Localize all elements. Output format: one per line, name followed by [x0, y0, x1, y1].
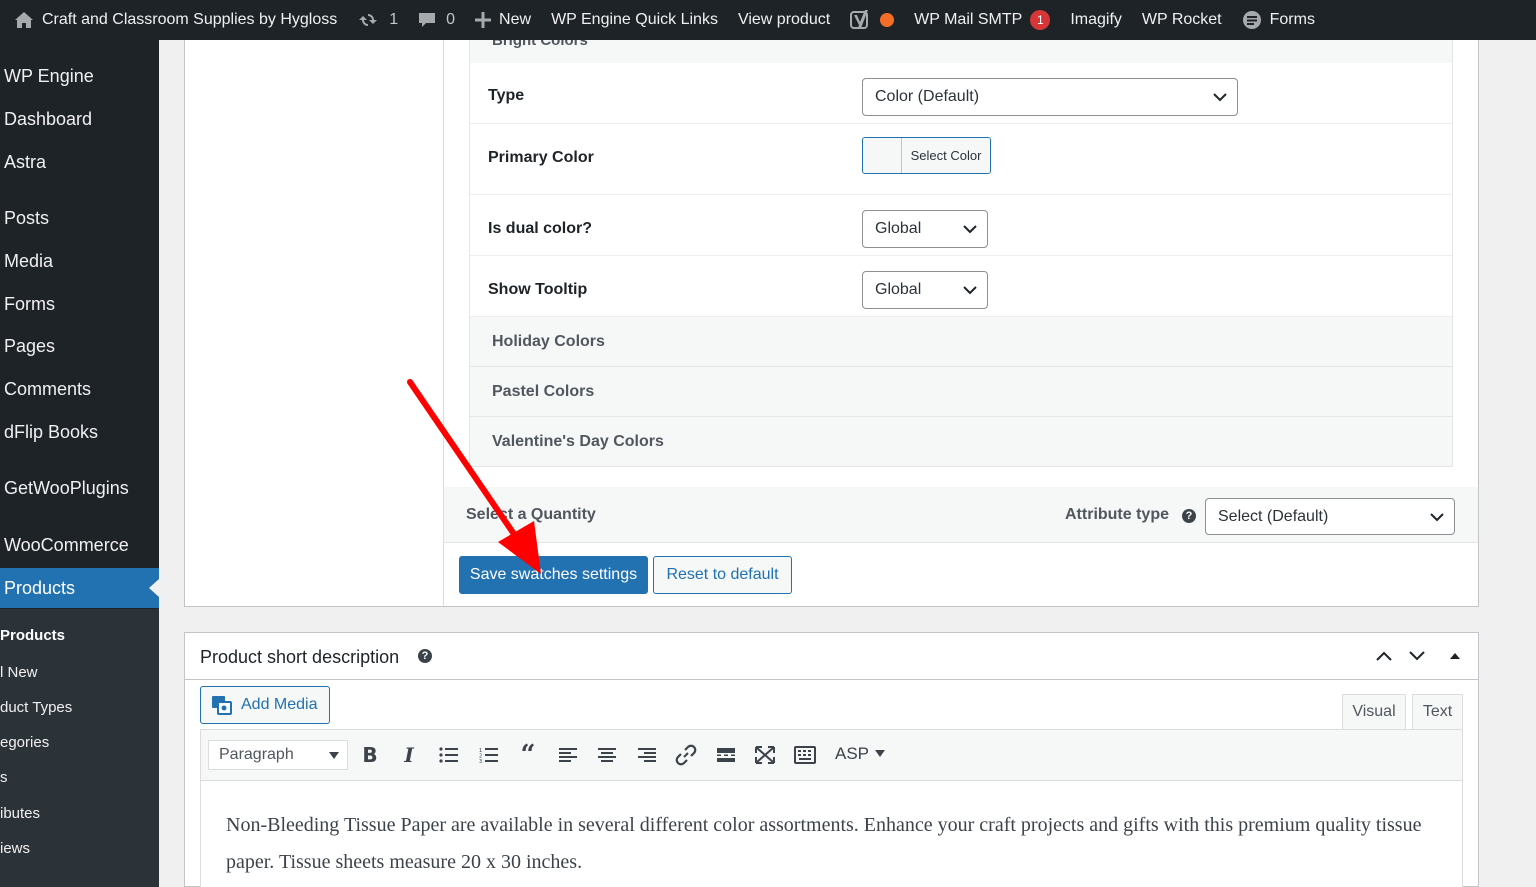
type-label: Type: [488, 87, 525, 104]
smtp-notification-badge: 1: [1030, 10, 1051, 30]
move-up-icon[interactable]: [1375, 650, 1393, 662]
submenu-attributes[interactable]: ibutes: [0, 805, 40, 822]
term-group-pastel-colors[interactable]: Pastel Colors: [470, 367, 1452, 417]
menu-dflip-books[interactable]: dFlip Books: [0, 412, 159, 452]
caret-down-icon: [329, 752, 339, 759]
italic-icon[interactable]: I: [397, 743, 421, 767]
term-group-holiday-colors[interactable]: Holiday Colors: [470, 317, 1452, 367]
wp-mail-smtp-menu[interactable]: WP Mail SMTP 1: [904, 0, 1060, 40]
move-down-icon[interactable]: [1408, 650, 1426, 662]
menu-woocommerce[interactable]: WooCommerce: [0, 525, 159, 565]
tab-text[interactable]: Text: [1412, 694, 1463, 730]
collapse-toggle-icon[interactable]: [1449, 651, 1461, 661]
chevron-down-icon: [963, 286, 977, 295]
submenu-tags[interactable]: s: [0, 769, 8, 786]
imagify-menu[interactable]: Imagify: [1060, 0, 1132, 40]
primary-color-label: Primary Color: [488, 149, 594, 166]
menu-getwooplugins[interactable]: GetWooPlugins: [0, 468, 159, 508]
menu-posts[interactable]: Posts: [0, 198, 159, 238]
attribute-type-label: Attribute type: [1065, 506, 1169, 523]
menu-comments[interactable]: Comments: [0, 369, 159, 409]
products-submenu: Products l New duct Types egories s ibut…: [0, 609, 159, 887]
align-center-icon[interactable]: [595, 744, 619, 766]
caret-down-icon: [875, 750, 886, 757]
comment-icon: [419, 13, 436, 27]
admin-sidebar: WP Engine Dashboard Astra Posts Media Fo…: [0, 40, 159, 887]
view-product-link[interactable]: View product: [728, 0, 840, 40]
align-right-icon[interactable]: [635, 744, 659, 766]
dual-color-select[interactable]: Global: [862, 210, 988, 248]
menu-dashboard[interactable]: Dashboard: [0, 99, 159, 139]
dual-color-label: Is dual color?: [488, 220, 593, 237]
refresh-icon: [359, 14, 378, 26]
bullet-list-icon[interactable]: [437, 744, 461, 766]
seo-status-dot: [880, 13, 895, 27]
save-swatches-settings-button[interactable]: Save swatches settings: [459, 556, 648, 594]
show-tooltip-select[interactable]: Global: [862, 271, 988, 309]
comments-link[interactable]: 0: [408, 0, 465, 40]
select-color-button[interactable]: Select Color: [862, 137, 991, 174]
asp-dropdown[interactable]: ASP: [835, 744, 886, 764]
submenu-all-products[interactable]: Products: [0, 627, 65, 644]
term-header-bright-colors[interactable]: Bright Colors: [470, 40, 1452, 63]
wpengine-quick-links[interactable]: WP Engine Quick Links: [541, 0, 728, 40]
yoast-menu[interactable]: [840, 0, 904, 40]
numbered-list-icon[interactable]: 123: [477, 744, 501, 766]
updates-link[interactable]: 1: [347, 0, 408, 40]
submenu-product-types[interactable]: duct Types: [0, 699, 72, 716]
admin-bar: Craft and Classroom Supplies by Hygloss …: [0, 0, 1536, 40]
short-description-title: Product short description: [200, 647, 400, 667]
type-select[interactable]: Color (Default): [862, 78, 1238, 116]
submenu-add-new[interactable]: l New: [0, 664, 38, 681]
quantity-attribute-label: Select a Quantity: [466, 506, 596, 523]
show-tooltip-label: Show Tooltip: [488, 281, 588, 298]
help-icon: ?: [1182, 509, 1196, 523]
read-more-icon[interactable]: [714, 744, 738, 766]
link-icon[interactable]: [674, 744, 698, 766]
menu-pages[interactable]: Pages: [0, 326, 159, 366]
short-description-text[interactable]: Non-Bleeding Tissue Paper are available …: [226, 807, 1436, 881]
reset-to-default-button[interactable]: Reset to default: [653, 556, 792, 594]
plus-icon: [475, 12, 492, 28]
media-icon: [212, 696, 232, 715]
site-name-link[interactable]: Craft and Classroom Supplies by Hygloss: [0, 0, 347, 40]
attribute-type-select[interactable]: Select (Default): [1205, 498, 1455, 535]
add-media-button[interactable]: Add Media: [200, 686, 330, 724]
menu-forms[interactable]: Forms: [0, 284, 159, 324]
menu-products[interactable]: Products: [0, 568, 159, 608]
chevron-down-icon: [963, 225, 977, 234]
wp-rocket-menu[interactable]: WP Rocket: [1132, 0, 1232, 40]
short-description-header: Product short description ?: [185, 633, 1478, 680]
menu-astra[interactable]: Astra: [0, 142, 159, 182]
toolbar-toggle-icon[interactable]: [793, 744, 817, 766]
chevron-down-icon: [1213, 93, 1227, 102]
tab-visual[interactable]: Visual: [1342, 694, 1406, 730]
forms-menu[interactable]: Forms: [1232, 0, 1325, 40]
format-select[interactable]: Paragraph: [208, 740, 348, 770]
color-swatch-preview: [863, 138, 902, 173]
home-icon: [15, 12, 33, 28]
submenu-reviews[interactable]: iews: [0, 840, 30, 857]
term-group-valentines-colors[interactable]: Valentine's Day Colors: [470, 417, 1452, 467]
menu-media[interactable]: Media: [0, 241, 159, 281]
svg-text:3: 3: [479, 759, 482, 763]
forms-icon: [1242, 11, 1261, 29]
menu-wp-engine[interactable]: WP Engine: [0, 56, 159, 96]
help-icon: ?: [418, 649, 432, 663]
fullscreen-icon[interactable]: [753, 744, 777, 766]
yoast-icon: [850, 10, 869, 29]
bold-icon[interactable]: B: [358, 743, 382, 767]
editor-toolbar: [200, 729, 1463, 781]
submenu-categories[interactable]: egories: [0, 734, 49, 751]
blockquote-icon[interactable]: “: [516, 740, 540, 770]
chevron-down-icon: [1430, 512, 1444, 521]
new-content-link[interactable]: New: [465, 0, 541, 40]
align-left-icon[interactable]: [556, 744, 580, 766]
